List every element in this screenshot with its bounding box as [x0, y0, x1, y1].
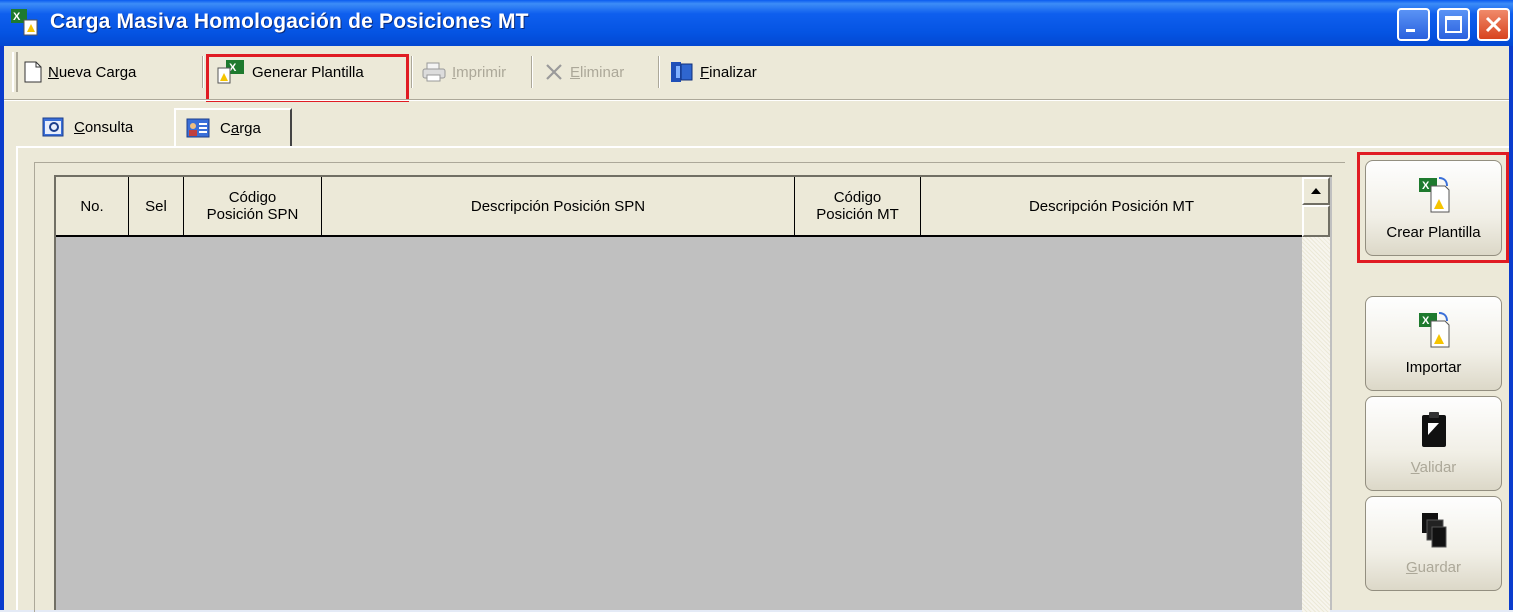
save-pages-icon: [1421, 513, 1446, 548]
toolbar-separator: [202, 56, 204, 88]
title-bar[interactable]: X Carga Masiva Homologación de Posicione…: [0, 0, 1513, 46]
toolbar-separator: [531, 56, 533, 88]
importar-button[interactable]: X Importar: [1365, 296, 1502, 391]
svg-text:X: X: [13, 11, 21, 23]
vertical-scrollbar[interactable]: [1302, 177, 1330, 612]
imprimir-label: Imprimir: [452, 63, 507, 81]
tab-carga[interactable]: Carga: [174, 108, 292, 146]
query-icon: [42, 117, 64, 137]
highlight-box: [1357, 152, 1509, 263]
column-header-sel[interactable]: Sel: [129, 177, 184, 235]
application-window: X Carga Masiva Homologación de Posicione…: [0, 0, 1513, 612]
imprimir-button[interactable]: Imprimir: [422, 55, 506, 89]
window-title: Carga Masiva Homologación de Posiciones …: [50, 10, 529, 33]
toolbar-grip[interactable]: [12, 52, 18, 92]
guardar-label: Guardar: [1405, 559, 1462, 576]
tab-carga-label: Carga: [220, 119, 261, 137]
new-document-icon: [24, 61, 42, 83]
tab-consulta[interactable]: Consulta: [40, 108, 168, 146]
delete-x-icon: [546, 64, 562, 80]
minimize-button[interactable]: [1397, 8, 1430, 41]
nueva-carga-button[interactable]: Nueva Carga: [24, 55, 136, 89]
validar-button[interactable]: Validar: [1365, 396, 1502, 491]
column-header-no[interactable]: No.: [56, 177, 129, 235]
validar-label: Validar: [1410, 459, 1457, 476]
nueva-carga-label: Nueva Carga: [48, 63, 137, 81]
guardar-button[interactable]: Guardar: [1365, 496, 1502, 591]
grid-header: No. Sel Código Posición SPN Descripción …: [56, 177, 1302, 237]
toolbar-separator: [411, 56, 413, 88]
close-icon: [1485, 16, 1502, 33]
eliminar-label: Eliminar: [570, 63, 625, 81]
exit-door-icon: [671, 62, 693, 82]
printer-icon: [422, 62, 446, 82]
arrow-up-icon: [1311, 188, 1321, 194]
close-button[interactable]: [1477, 8, 1510, 41]
maximize-icon: [1445, 16, 1462, 33]
toolbar-separator: [658, 56, 660, 88]
minimize-icon: [1406, 29, 1415, 32]
toolbar-divider: [4, 99, 1509, 101]
eliminar-button[interactable]: Eliminar: [544, 55, 624, 89]
maximize-button[interactable]: [1437, 8, 1470, 41]
scroll-thumb[interactable]: [1302, 205, 1330, 237]
excel-icon: X: [11, 9, 38, 36]
importar-label: Importar: [1405, 359, 1462, 376]
highlight-box: [206, 54, 409, 102]
finalizar-button[interactable]: Finalizar: [670, 55, 757, 89]
clipboard-icon: [1421, 412, 1446, 447]
column-header-codigo-mt[interactable]: Código Posición MT: [795, 177, 921, 235]
scroll-up-button[interactable]: [1302, 177, 1330, 205]
svg-text:X: X: [1422, 315, 1430, 327]
finalizar-label: Finalizar: [700, 63, 757, 81]
data-grid[interactable]: No. Sel Código Posición SPN Descripción …: [54, 175, 1332, 612]
card-icon: [186, 118, 210, 138]
excel-icon: X: [1418, 312, 1449, 348]
tab-consulta-label: Consulta: [74, 118, 134, 136]
column-header-descripcion-mt[interactable]: Descripción Posición MT: [921, 177, 1302, 235]
toolbar: Nueva Carga X Generar Plantilla Imprimir…: [4, 46, 1509, 104]
column-header-codigo-spn[interactable]: Código Posición SPN: [184, 177, 322, 235]
column-header-descripcion-spn[interactable]: Descripción Posición SPN: [322, 177, 795, 235]
